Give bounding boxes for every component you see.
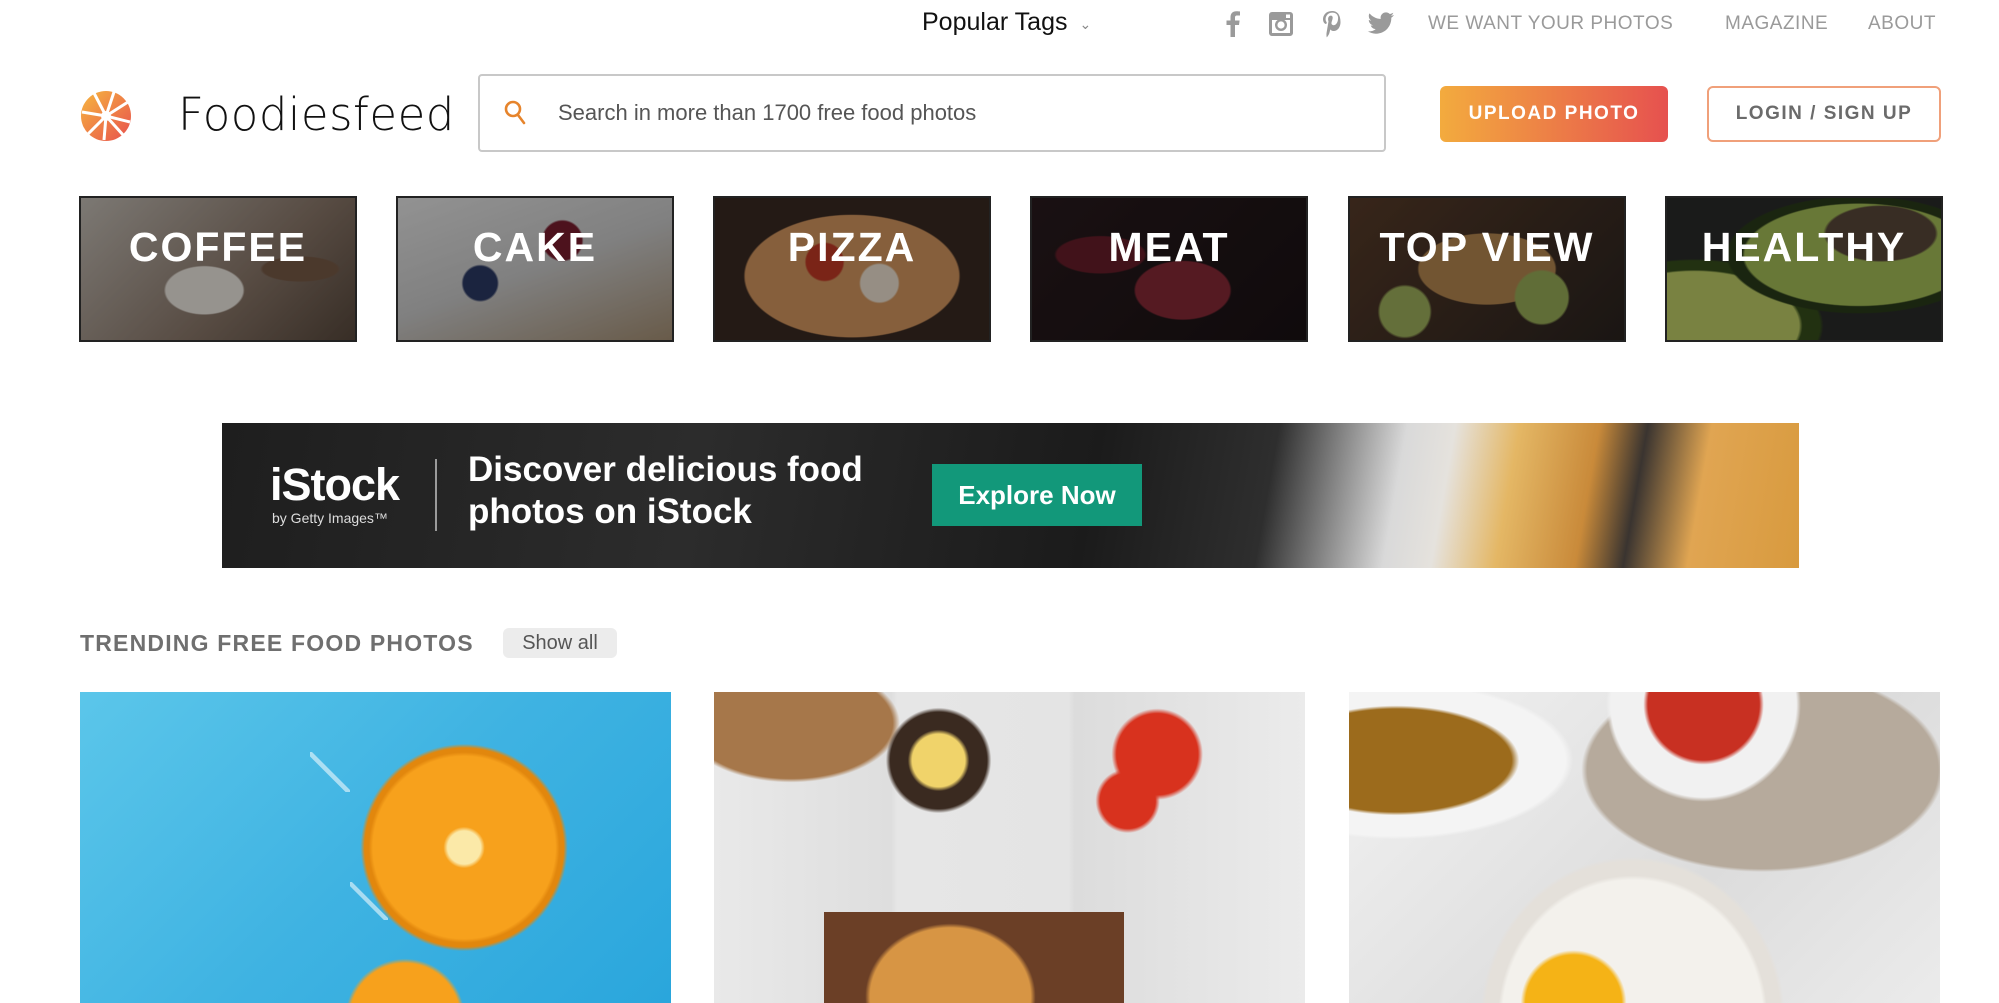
photo-egg-toast xyxy=(1349,692,1940,1003)
popular-tags-dropdown[interactable]: Popular Tags ⌄ xyxy=(922,8,1091,37)
category-tile-meat[interactable]: MEAT xyxy=(1030,196,1308,342)
ad-divider xyxy=(435,459,437,531)
photo-card[interactable] xyxy=(1349,692,1940,1003)
search-icon xyxy=(504,100,534,126)
section-title: TRENDING FREE FOOD PHOTOS xyxy=(80,630,474,656)
explore-now-button[interactable]: Explore Now xyxy=(932,464,1142,526)
photo-card[interactable] xyxy=(714,692,1305,1003)
photo-burger-table xyxy=(714,692,1305,1003)
pinterest-icon[interactable] xyxy=(1317,10,1347,38)
istock-logo: iStock xyxy=(270,459,400,510)
chevron-down-icon: ⌄ xyxy=(1079,16,1092,32)
instagram-icon[interactable] xyxy=(1266,10,1296,38)
nav-link-about[interactable]: ABOUT xyxy=(1868,13,1936,35)
istock-ad-banner[interactable]: iStock by Getty Images™ Discover delicio… xyxy=(222,423,1799,568)
category-label: CAKE xyxy=(472,224,598,270)
category-label: COFFEE xyxy=(128,224,308,270)
popular-tags-label: Popular Tags xyxy=(922,8,1068,36)
logo-text[interactable]: Foodiesfeed xyxy=(178,88,455,141)
ad-headline-line2: photos on iStock xyxy=(468,492,752,531)
category-label: HEALTHY xyxy=(1701,224,1907,270)
photo-orange-ice xyxy=(80,692,671,1003)
photo-card[interactable] xyxy=(80,692,671,1003)
ad-headline: Discover delicious food photos on iStock xyxy=(468,449,863,533)
upload-photo-button[interactable]: UPLOAD PHOTO xyxy=(1440,86,1668,142)
category-tile-healthy[interactable]: HEALTHY xyxy=(1665,196,1943,342)
istock-logo-subtitle: by Getty Images™ xyxy=(272,510,388,526)
twitter-icon[interactable] xyxy=(1366,10,1396,38)
ad-headline-line1: Discover delicious food xyxy=(468,450,863,489)
category-tile-top-view[interactable]: TOP VIEW xyxy=(1348,196,1626,342)
search-box[interactable] xyxy=(478,74,1386,152)
logo-icon[interactable] xyxy=(80,90,132,142)
search-input[interactable] xyxy=(558,100,1358,126)
category-label: TOP VIEW xyxy=(1379,224,1595,270)
category-tile-coffee[interactable]: COFFEE xyxy=(79,196,357,342)
facebook-icon[interactable] xyxy=(1218,10,1248,38)
nav-link-we-want-your-photos[interactable]: WE WANT YOUR PHOTOS xyxy=(1428,13,1673,35)
show-all-button[interactable]: Show all xyxy=(503,628,617,658)
category-tile-pizza[interactable]: PIZZA xyxy=(713,196,991,342)
category-label: MEAT xyxy=(1108,224,1230,270)
login-signup-button[interactable]: LOGIN / SIGN UP xyxy=(1707,86,1941,142)
category-tile-cake[interactable]: CAKE xyxy=(396,196,674,342)
category-label: PIZZA xyxy=(787,224,917,270)
nav-link-magazine[interactable]: MAGAZINE xyxy=(1725,13,1828,35)
